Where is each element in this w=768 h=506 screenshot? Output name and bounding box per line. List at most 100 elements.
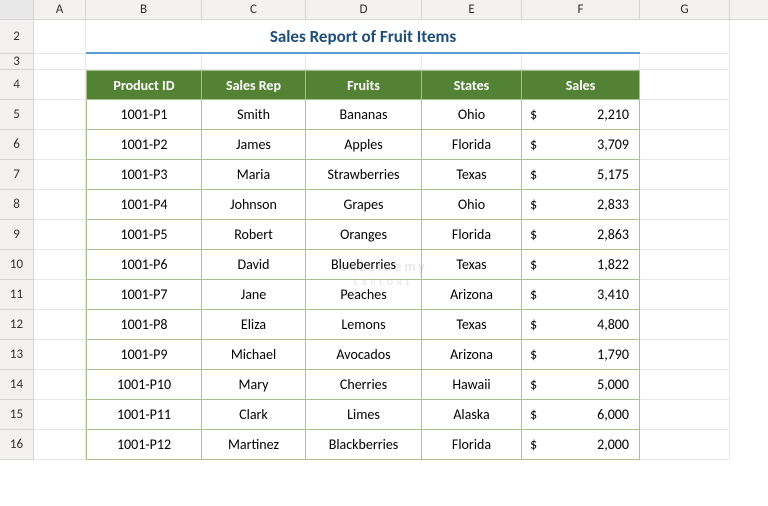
row-header-2[interactable]: 2: [0, 20, 34, 54]
cell-G3[interactable]: [640, 54, 730, 70]
cell-state[interactable]: Arizona: [422, 280, 522, 310]
cell-sales[interactable]: $5,175: [522, 160, 640, 190]
cell-state[interactable]: Florida: [422, 130, 522, 160]
cell-sales[interactable]: $2,210: [522, 100, 640, 130]
cell-fruit[interactable]: Apples: [306, 130, 422, 160]
cell-state[interactable]: Alaska: [422, 400, 522, 430]
row-header[interactable]: 8: [0, 190, 34, 220]
cell-state[interactable]: Arizona: [422, 340, 522, 370]
row-header[interactable]: 10: [0, 250, 34, 280]
th-sales-rep[interactable]: Sales Rep: [202, 70, 306, 100]
cell-blank[interactable]: [640, 220, 730, 250]
cell-F3[interactable]: [522, 54, 640, 70]
cell-sales-rep[interactable]: Martinez: [202, 430, 306, 460]
cell-blank[interactable]: [34, 250, 86, 280]
row-header[interactable]: 7: [0, 160, 34, 190]
th-product-id[interactable]: Product ID: [86, 70, 202, 100]
cell-A4[interactable]: [34, 70, 86, 100]
cell-product-id[interactable]: 1001-P6: [86, 250, 202, 280]
cell-sales-rep[interactable]: Clark: [202, 400, 306, 430]
cell-blank[interactable]: [640, 370, 730, 400]
cell-G4[interactable]: [640, 70, 730, 100]
cell-blank[interactable]: [34, 130, 86, 160]
cell-fruit[interactable]: Oranges: [306, 220, 422, 250]
cell-fruit[interactable]: Avocados: [306, 340, 422, 370]
cell-fruit[interactable]: Strawberries: [306, 160, 422, 190]
cell-sales[interactable]: $4,800: [522, 310, 640, 340]
cell-product-id[interactable]: 1001-P9: [86, 340, 202, 370]
col-header-G[interactable]: G: [640, 0, 730, 19]
row-header-4[interactable]: 4: [0, 70, 34, 100]
th-fruits[interactable]: Fruits: [306, 70, 422, 100]
cell-sales[interactable]: $2,863: [522, 220, 640, 250]
cell-C3[interactable]: [202, 54, 306, 70]
cell-B3[interactable]: [86, 54, 202, 70]
cell-sales[interactable]: $6,000: [522, 400, 640, 430]
row-header[interactable]: 16: [0, 430, 34, 460]
cell-blank[interactable]: [34, 400, 86, 430]
cell-state[interactable]: Hawaii: [422, 370, 522, 400]
cell-sales-rep[interactable]: Jane: [202, 280, 306, 310]
cell-product-id[interactable]: 1001-P8: [86, 310, 202, 340]
cell-blank[interactable]: [34, 220, 86, 250]
cell-blank[interactable]: [34, 280, 86, 310]
cell-blank[interactable]: [640, 250, 730, 280]
cell-product-id[interactable]: 1001-P2: [86, 130, 202, 160]
row-header[interactable]: 11: [0, 280, 34, 310]
th-sales[interactable]: Sales: [522, 70, 640, 100]
col-header-C[interactable]: C: [202, 0, 306, 19]
cell-sales-rep[interactable]: Michael: [202, 340, 306, 370]
cell-sales-rep[interactable]: Eliza: [202, 310, 306, 340]
cell-sales[interactable]: $2,833: [522, 190, 640, 220]
cell-fruit[interactable]: Limes: [306, 400, 422, 430]
cell-product-id[interactable]: 1001-P11: [86, 400, 202, 430]
report-title[interactable]: Sales Report of Fruit Items: [86, 20, 640, 54]
cell-fruit[interactable]: Blueberries: [306, 250, 422, 280]
row-header[interactable]: 13: [0, 340, 34, 370]
cell-state[interactable]: Florida: [422, 430, 522, 460]
cell-sales-rep[interactable]: James: [202, 130, 306, 160]
cell-product-id[interactable]: 1001-P5: [86, 220, 202, 250]
cell-sales-rep[interactable]: Mary: [202, 370, 306, 400]
cell-blank[interactable]: [640, 190, 730, 220]
cell-blank[interactable]: [640, 400, 730, 430]
cell-blank[interactable]: [34, 310, 86, 340]
cell-fruit[interactable]: Lemons: [306, 310, 422, 340]
row-header[interactable]: 12: [0, 310, 34, 340]
cell-state[interactable]: Texas: [422, 250, 522, 280]
row-header[interactable]: 5: [0, 100, 34, 130]
row-header[interactable]: 9: [0, 220, 34, 250]
cell-fruit[interactable]: Cherries: [306, 370, 422, 400]
cell-blank[interactable]: [34, 100, 86, 130]
cell-blank[interactable]: [640, 310, 730, 340]
cell-sales[interactable]: $1,822: [522, 250, 640, 280]
cell-state[interactable]: Ohio: [422, 100, 522, 130]
cell-state[interactable]: Texas: [422, 160, 522, 190]
cell-fruit[interactable]: Grapes: [306, 190, 422, 220]
cell-fruit[interactable]: Blackberries: [306, 430, 422, 460]
cell-blank[interactable]: [640, 100, 730, 130]
cell-blank[interactable]: [640, 160, 730, 190]
cell-sales[interactable]: $1,790: [522, 340, 640, 370]
cell-blank[interactable]: [640, 430, 730, 460]
cell-blank[interactable]: [640, 130, 730, 160]
cell-blank[interactable]: [34, 190, 86, 220]
cell-fruit[interactable]: Bananas: [306, 100, 422, 130]
cell-sales-rep[interactable]: Smith: [202, 100, 306, 130]
cell-fruit[interactable]: Peaches: [306, 280, 422, 310]
cell-A2[interactable]: [34, 20, 86, 54]
cell-sales[interactable]: $2,000: [522, 430, 640, 460]
th-states[interactable]: States: [422, 70, 522, 100]
cell-sales-rep[interactable]: Robert: [202, 220, 306, 250]
cell-sales[interactable]: $3,410: [522, 280, 640, 310]
row-header[interactable]: 15: [0, 400, 34, 430]
cell-blank[interactable]: [34, 370, 86, 400]
cell-sales-rep[interactable]: Maria: [202, 160, 306, 190]
cell-state[interactable]: Florida: [422, 220, 522, 250]
row-header[interactable]: 6: [0, 130, 34, 160]
cell-product-id[interactable]: 1001-P12: [86, 430, 202, 460]
row-header-3[interactable]: 3: [0, 54, 34, 70]
cell-blank[interactable]: [34, 160, 86, 190]
cell-blank[interactable]: [640, 340, 730, 370]
cell-product-id[interactable]: 1001-P7: [86, 280, 202, 310]
